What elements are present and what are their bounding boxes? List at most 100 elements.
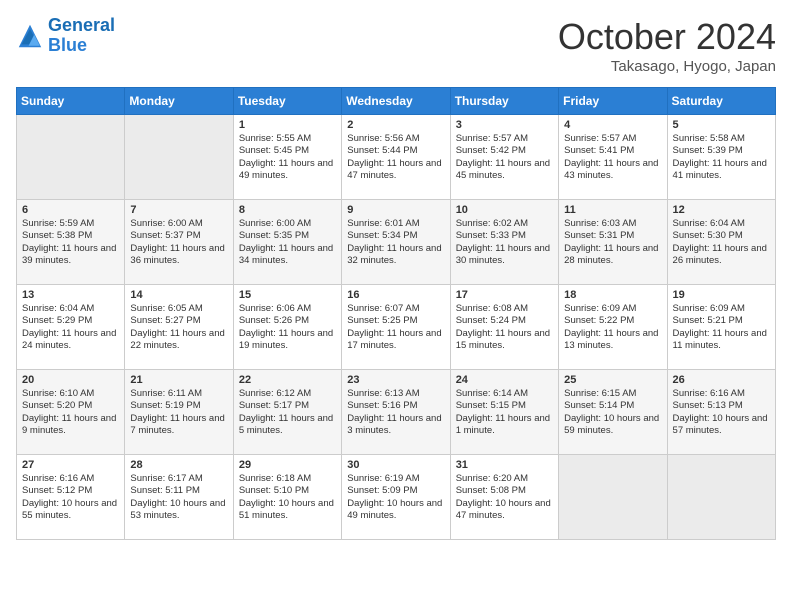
cell-text: Sunrise: 5:58 AM [673,133,770,145]
week-row-5: 27Sunrise: 6:16 AMSunset: 5:12 PMDayligh… [17,455,776,540]
col-header-wednesday: Wednesday [342,88,450,115]
title-block: October 2024 Takasago, Hyogo, Japan [558,16,776,75]
cell-text: Daylight: 11 hours and 43 minutes. [564,158,661,183]
cell-text: Sunset: 5:26 PM [239,315,336,327]
cell-text: Daylight: 11 hours and 45 minutes. [456,158,553,183]
cell-text: Sunset: 5:16 PM [347,400,444,412]
cell-text: Daylight: 10 hours and 47 minutes. [456,498,553,523]
cell-text: Sunrise: 6:12 AM [239,388,336,400]
cell-text: Sunset: 5:10 PM [239,485,336,497]
cell-text: Sunset: 5:12 PM [22,485,119,497]
cell-text: Sunset: 5:14 PM [564,400,661,412]
cell-text: Sunset: 5:25 PM [347,315,444,327]
calendar-cell: 14Sunrise: 6:05 AMSunset: 5:27 PMDayligh… [125,285,233,370]
day-number: 29 [239,459,336,471]
cell-text: Daylight: 11 hours and 19 minutes. [239,328,336,353]
cell-text: Sunrise: 6:13 AM [347,388,444,400]
calendar-cell: 25Sunrise: 6:15 AMSunset: 5:14 PMDayligh… [559,370,667,455]
col-header-tuesday: Tuesday [233,88,341,115]
cell-text: Sunrise: 6:03 AM [564,218,661,230]
cell-text: Sunrise: 6:09 AM [673,303,770,315]
cell-text: Sunrise: 6:08 AM [456,303,553,315]
calendar-cell: 16Sunrise: 6:07 AMSunset: 5:25 PMDayligh… [342,285,450,370]
calendar-cell: 3Sunrise: 5:57 AMSunset: 5:42 PMDaylight… [450,115,558,200]
calendar-cell: 9Sunrise: 6:01 AMSunset: 5:34 PMDaylight… [342,200,450,285]
cell-text: Sunset: 5:20 PM [22,400,119,412]
cell-text: Daylight: 11 hours and 22 minutes. [130,328,227,353]
cell-text: Daylight: 11 hours and 26 minutes. [673,243,770,268]
cell-text: Daylight: 10 hours and 59 minutes. [564,413,661,438]
day-number: 16 [347,289,444,301]
cell-text: Daylight: 10 hours and 51 minutes. [239,498,336,523]
cell-text: Sunrise: 6:20 AM [456,473,553,485]
cell-text: Sunrise: 5:57 AM [564,133,661,145]
cell-text: Sunrise: 6:01 AM [347,218,444,230]
calendar-cell: 23Sunrise: 6:13 AMSunset: 5:16 PMDayligh… [342,370,450,455]
cell-text: Daylight: 11 hours and 17 minutes. [347,328,444,353]
logo-line2: Blue [48,35,87,55]
cell-text: Sunset: 5:30 PM [673,230,770,242]
cell-text: Sunset: 5:08 PM [456,485,553,497]
logo-line1: General [48,15,115,35]
cell-text: Daylight: 11 hours and 47 minutes. [347,158,444,183]
col-header-sunday: Sunday [17,88,125,115]
cell-text: Sunset: 5:09 PM [347,485,444,497]
calendar-cell: 15Sunrise: 6:06 AMSunset: 5:26 PMDayligh… [233,285,341,370]
cell-text: Sunset: 5:17 PM [239,400,336,412]
cell-text: Sunset: 5:21 PM [673,315,770,327]
calendar-cell: 27 Sunrise: 6:16 AMSunset: 5:12 PMDayligh… [17,455,125,540]
header-row: SundayMondayTuesdayWednesdayThursdayFrid… [17,88,776,115]
week-row-3: 13Sunrise: 6:04 AMSunset: 5:29 PMDayligh… [17,285,776,370]
cell-text: Sunset: 5:19 PM [130,400,227,412]
calendar-cell: 28Sunrise: 6:17 AMSunset: 5:11 PMDayligh… [125,455,233,540]
cell-text: Sunrise: 6:16 AM [673,388,770,400]
cell-text: Sunrise: 6:16 AM [22,473,119,485]
col-header-monday: Monday [125,88,233,115]
day-number: 10 [456,204,553,216]
day-number: 6 [22,204,119,216]
day-number: 4 [564,119,661,131]
cell-text: Daylight: 11 hours and 13 minutes. [564,328,661,353]
cell-text: Daylight: 11 hours and 3 minutes. [347,413,444,438]
cell-text: Sunrise: 6:11 AM [130,388,227,400]
calendar-cell: 7Sunrise: 6:00 AMSunset: 5:37 PMDaylight… [125,200,233,285]
calendar-cell: 2Sunrise: 5:56 AMSunset: 5:44 PMDaylight… [342,115,450,200]
day-number: 2 [347,119,444,131]
day-number: 3 [456,119,553,131]
cell-text: Sunset: 5:38 PM [22,230,119,242]
calendar-cell: 13Sunrise: 6:04 AMSunset: 5:29 PMDayligh… [17,285,125,370]
cell-text: Sunset: 5:35 PM [239,230,336,242]
calendar-cell: 20Sunrise: 6:10 AMSunset: 5:20 PMDayligh… [17,370,125,455]
day-number: 8 [239,204,336,216]
calendar-cell: 10Sunrise: 6:02 AMSunset: 5:33 PMDayligh… [450,200,558,285]
cell-text: Daylight: 11 hours and 5 minutes. [239,413,336,438]
cell-text: Daylight: 11 hours and 39 minutes. [22,243,119,268]
cell-text: Daylight: 10 hours and 53 minutes. [130,498,227,523]
calendar-cell: 12Sunrise: 6:04 AMSunset: 5:30 PMDayligh… [667,200,775,285]
calendar-cell: 1Sunrise: 5:55 AMSunset: 5:45 PMDaylight… [233,115,341,200]
cell-text: Sunset: 5:15 PM [456,400,553,412]
cell-text: Daylight: 11 hours and 30 minutes. [456,243,553,268]
cell-text: Sunrise: 6:15 AM [564,388,661,400]
cell-text: Sunrise: 6:14 AM [456,388,553,400]
cell-text: Daylight: 11 hours and 15 minutes. [456,328,553,353]
col-header-saturday: Saturday [667,88,775,115]
cell-text: Sunset: 5:13 PM [673,400,770,412]
logo-icon [16,22,44,50]
calendar-cell: 30Sunrise: 6:19 AMSunset: 5:09 PMDayligh… [342,455,450,540]
day-number: 19 [673,289,770,301]
day-number: 26 [673,374,770,386]
day-number: 11 [564,204,661,216]
cell-text: Sunset: 5:29 PM [22,315,119,327]
day-number: 22 [239,374,336,386]
cell-text: Daylight: 11 hours and 24 minutes. [22,328,119,353]
cell-text: Sunset: 5:37 PM [130,230,227,242]
location-title: Takasago, Hyogo, Japan [558,58,776,75]
cell-text: Sunset: 5:34 PM [347,230,444,242]
cell-text: Daylight: 10 hours and 55 minutes. [22,498,119,523]
cell-text: Daylight: 11 hours and 41 minutes. [673,158,770,183]
day-number: 27 [22,459,119,471]
cell-text: Daylight: 11 hours and 1 minute. [456,413,553,438]
day-number: 18 [564,289,661,301]
cell-text: Sunrise: 5:55 AM [239,133,336,145]
